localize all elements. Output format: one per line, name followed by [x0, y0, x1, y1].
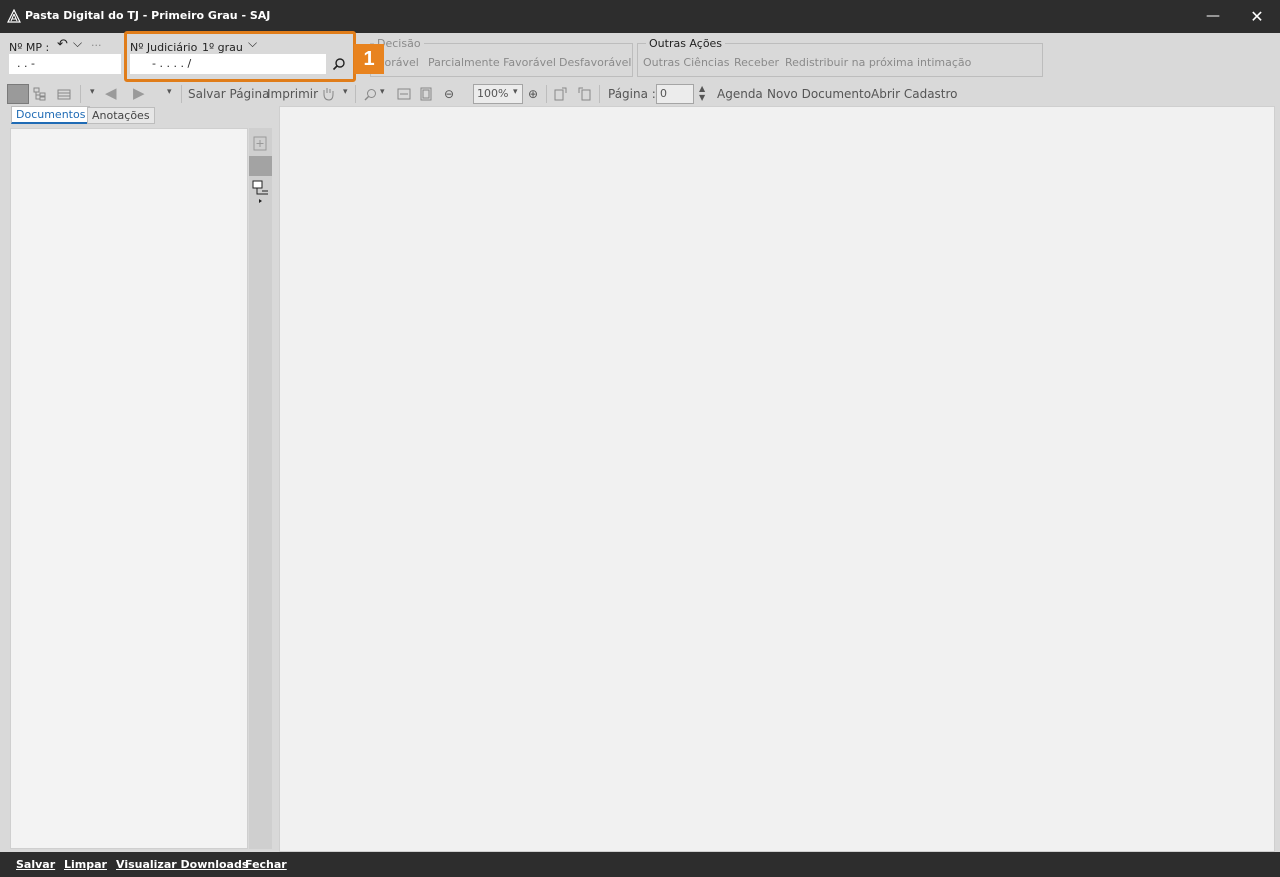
list-view-icon[interactable]: [57, 87, 71, 101]
abrir-cadastro-button[interactable]: Abrir Cadastro: [871, 87, 958, 101]
zoom-out-icon[interactable]: ⊖: [444, 87, 454, 101]
pagina-label: Página :: [608, 87, 656, 101]
toolbar-separator: [355, 85, 356, 103]
redistribuir-button[interactable]: Redistribuir na próxima intimação: [785, 56, 971, 69]
salvar-pagina-button[interactable]: Salvar Página: [188, 87, 269, 101]
agenda-button[interactable]: Agenda: [717, 87, 763, 101]
tree-view-icon[interactable]: [33, 87, 47, 101]
favoravel-button[interactable]: vorável: [378, 56, 419, 69]
window-title: Pasta Digital do TJ - Primeiro Grau - SA…: [25, 9, 271, 22]
undo-icon[interactable]: ↶: [57, 37, 68, 52]
toolbar-separator: [181, 85, 182, 103]
bottom-action-bar: Salvar Limpar Visualizar Downloads Fecha…: [0, 852, 1280, 877]
left-panel: Documentos Anotações: [7, 106, 275, 852]
fechar-button[interactable]: Fechar: [245, 858, 287, 871]
imprimir-button[interactable]: Imprimir: [267, 87, 318, 101]
next-icon[interactable]: ▶: [133, 84, 145, 102]
minimize-button[interactable]: —: [1191, 0, 1235, 33]
chevron-down-icon[interactable]: ⌵: [73, 36, 82, 51]
toolbar-separator: [599, 85, 600, 103]
title-bar: Pasta Digital do TJ - Primeiro Grau - SA…: [0, 0, 1280, 33]
previous-icon[interactable]: ◀: [105, 84, 117, 102]
rotate-right-icon[interactable]: [576, 86, 592, 102]
fit-page-icon[interactable]: [419, 87, 433, 101]
tab-anotacoes[interactable]: Anotações: [87, 107, 155, 124]
novo-documento-button[interactable]: Novo Documento: [767, 87, 871, 101]
document-toolbar: ▾ ◀ ▶ ▾ Salvar Página Imprimir ▾ ▾ ⊖ 100…: [0, 83, 1280, 105]
mp-label: Nº MP :: [9, 41, 50, 54]
document-viewer[interactable]: [279, 106, 1275, 852]
more-icon[interactable]: ···: [91, 39, 102, 52]
visualizar-downloads-button[interactable]: Visualizar Downloads: [116, 858, 248, 871]
toolbar-separator: [546, 85, 547, 103]
desfavoravel-button[interactable]: Desfavorável: [559, 56, 631, 69]
parcialmente-favoravel-button[interactable]: Parcialmente Favorável: [428, 56, 556, 69]
annotation-badge: 1: [354, 44, 384, 74]
receber-button[interactable]: Receber: [734, 56, 779, 69]
annotation-highlight: [124, 31, 356, 82]
add-document-icon[interactable]: [249, 134, 272, 154]
saj-logo-icon: [7, 9, 21, 23]
tab-documentos[interactable]: Documentos: [11, 106, 91, 124]
close-window-button[interactable]: ✕: [1235, 0, 1279, 33]
zoom-select-arrow-icon[interactable]: ▾: [513, 87, 518, 97]
hand-tool-icon[interactable]: [321, 86, 335, 101]
documents-list[interactable]: [10, 128, 248, 849]
side-tool-strip: [249, 128, 272, 849]
pagina-stepper-icon[interactable]: ▲ ▼: [699, 84, 705, 102]
zoom-dropdown-icon[interactable]: ▾: [380, 87, 385, 97]
zoom-search-icon[interactable]: [364, 88, 377, 101]
toolbar-separator: [80, 85, 81, 103]
document-view-icon[interactable]: [7, 84, 29, 104]
pagina-input[interactable]: 0: [656, 84, 694, 104]
zoom-in-icon[interactable]: ⊕: [528, 87, 538, 101]
next-dropdown-icon[interactable]: ▾: [167, 87, 172, 97]
outras-ciencias-button[interactable]: Outras Ciências: [643, 56, 730, 69]
fit-width-icon[interactable]: [397, 87, 411, 101]
salvar-button[interactable]: Salvar: [16, 858, 55, 871]
limpar-button[interactable]: Limpar: [64, 858, 107, 871]
hand-dropdown-icon[interactable]: ▾: [343, 87, 348, 97]
outras-acoes-title: Outras Ações: [646, 37, 726, 50]
dropdown-arrow-icon[interactable]: ▾: [90, 87, 95, 97]
mp-number-input[interactable]: . . -: [9, 54, 121, 74]
rotate-left-icon[interactable]: [553, 86, 569, 102]
expand-tree-icon[interactable]: [249, 178, 272, 204]
selected-tool-icon[interactable]: [249, 156, 272, 176]
